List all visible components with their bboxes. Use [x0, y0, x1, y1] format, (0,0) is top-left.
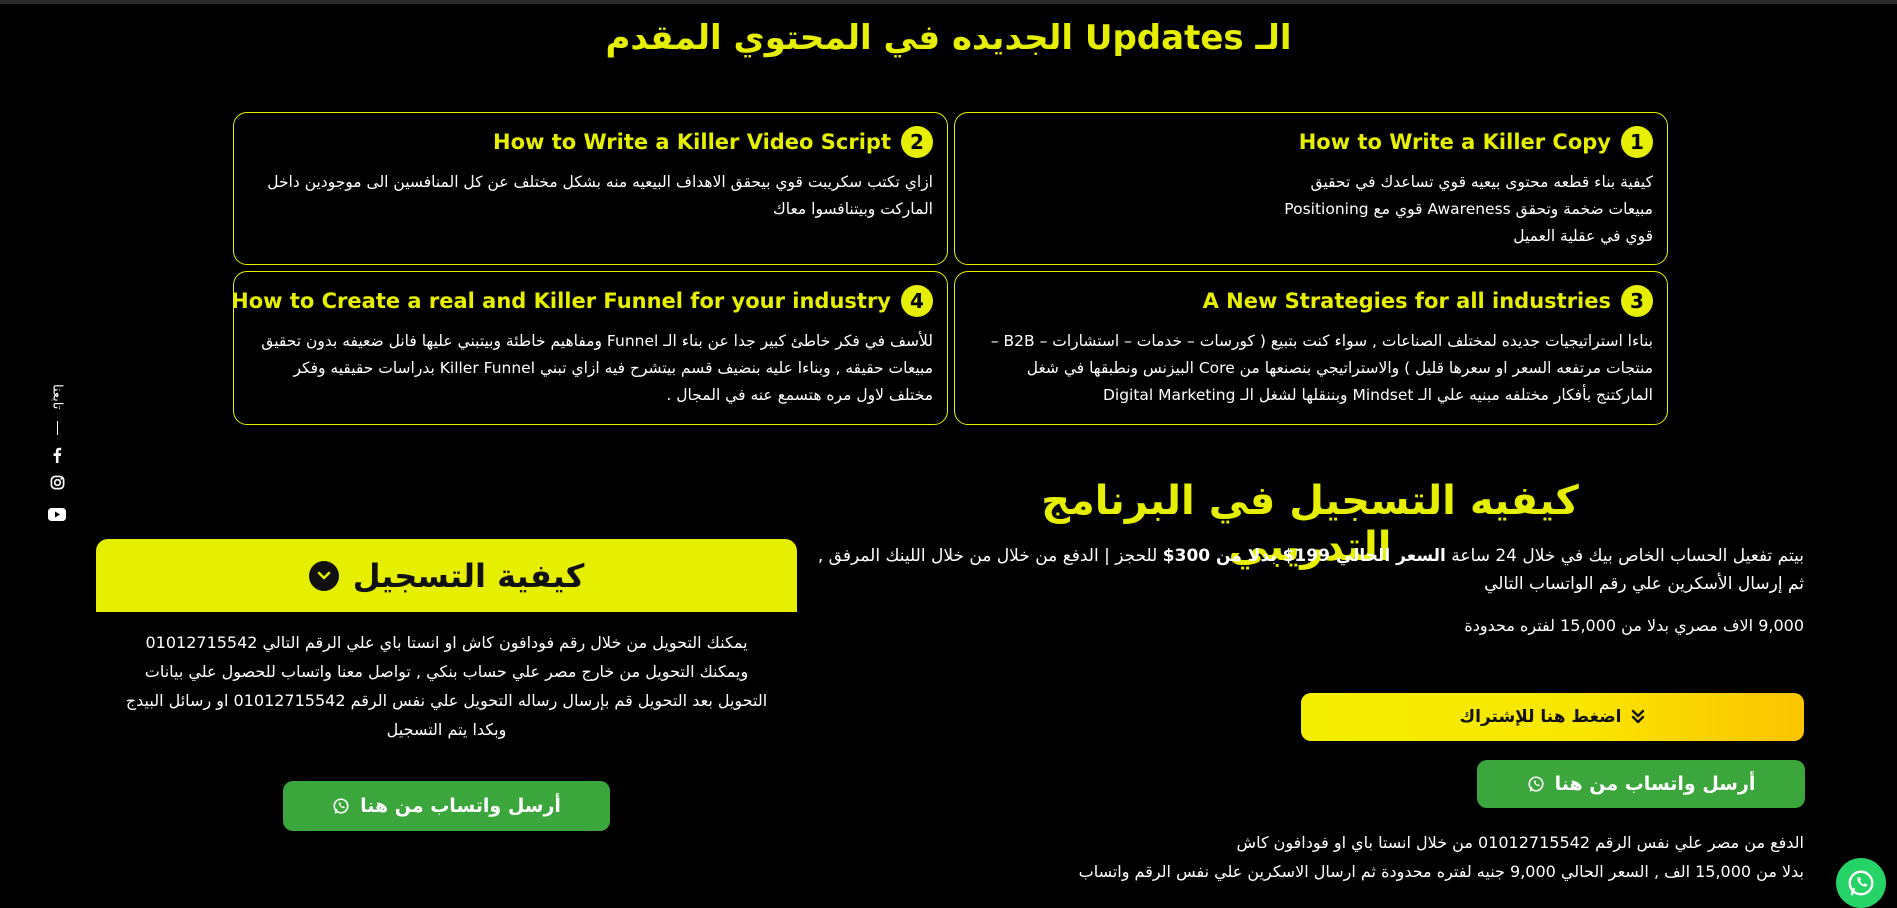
card-title: How to Create a real and Killer Funnel f… — [231, 289, 891, 313]
divider — [56, 421, 58, 436]
update-card-4: 4 How to Create a real and Killer Funnel… — [231, 271, 948, 425]
update-card-3: 3 A New Strategies for all industries بن… — [954, 271, 1668, 425]
whatsapp-button-panel[interactable]: أرسل واتساب من هنا — [283, 781, 610, 831]
egypt-price-line: بدلا من 15,000 الف , السعر الحالي 9,000 … — [1078, 862, 1804, 881]
egypt-payment-text: الدفع من مصر علي نفس الرقم 01012715542 م… — [904, 828, 1804, 886]
card-title: How to Write a Killer Copy — [1298, 130, 1611, 154]
card-description: ازاي تكتب سكريبت قوي بيحقق الاهداف البيع… — [267, 173, 933, 218]
whatsapp-label: أرسل واتساب من هنا — [360, 795, 561, 817]
whatsapp-icon — [332, 797, 350, 815]
youtube-icon[interactable] — [48, 508, 66, 522]
price-text: السعر الحالي 199$ بدلا من 300$ — [1162, 546, 1446, 566]
activation-text: بيتم تفعيل الحساب الخاص بيك في خلال 24 س… — [1445, 546, 1804, 566]
facebook-icon[interactable] — [52, 447, 62, 464]
top-divider — [0, 0, 1897, 4]
whatsapp-button[interactable]: أرسل واتساب من هنا — [1477, 760, 1805, 808]
social-sidebar: تابعنا — [44, 384, 70, 522]
floating-whatsapp-button[interactable] — [1836, 858, 1886, 908]
card-description: للأسف في فكر خاطئ كبير جدا عن بناء الـ F… — [261, 332, 933, 404]
card-title: How to Write a Killer Video Script — [493, 130, 891, 154]
egp-price-text: 9,000 الاف مصري بدلا من 15,000 لفتره محد… — [1464, 616, 1804, 635]
card-description: كيفية بناء قطعه محتوى بيعيه قوي تساعدك ف… — [1284, 173, 1653, 245]
how-to-register-title: كيفية التسجيل — [352, 556, 585, 595]
whatsapp-icon — [1527, 775, 1545, 793]
card-description: بناءا استراتيجيات جديده لمختلف الصناعات … — [990, 332, 1653, 404]
updates-section-title: الـ Updates الجديده في المحتوي المقدم — [605, 18, 1292, 58]
whatsapp-label: أرسل واتساب من هنا — [1554, 773, 1756, 795]
card-number-badge: 2 — [901, 126, 933, 158]
subscribe-button[interactable]: اضغط هنا للإشتراك — [1301, 693, 1804, 741]
follow-us-label: تابعنا — [49, 384, 65, 410]
chevron-double-down-icon — [1631, 709, 1645, 725]
update-card-2: 2 How to Write a Killer Video Script ازا… — [233, 112, 948, 265]
registration-info-text: بيتم تفعيل الحساب الخاص بيك في خلال 24 س… — [804, 542, 1804, 598]
instruction-line: ويمكنك التحويل من خارج مصر علي حساب بنكي… — [144, 662, 749, 681]
subscribe-label: اضغط هنا للإشتراك — [1459, 707, 1622, 727]
how-to-register-body: يمكنك التحويل من خلال رقم فودافون كاش او… — [96, 628, 797, 744]
whatsapp-icon — [1846, 868, 1876, 898]
card-number-badge: 4 — [901, 285, 933, 317]
how-to-register-panel-header[interactable]: كيفية التسجيل — [96, 539, 797, 612]
egypt-payment-line: الدفع من مصر علي نفس الرقم 01012715542 م… — [1236, 833, 1804, 852]
card-title: A New Strategies for all industries — [1202, 289, 1611, 313]
update-card-1: 1 How to Write a Killer Copy كيفية بناء … — [954, 112, 1668, 265]
instruction-line: التحويل بعد التحويل قم بإرسال رساله التح… — [125, 691, 768, 710]
instruction-line: يمكنك التحويل من خلال رقم فودافون كاش او… — [145, 633, 748, 652]
card-number-badge: 3 — [1621, 285, 1653, 317]
card-number-badge: 1 — [1621, 126, 1653, 158]
instagram-icon[interactable] — [50, 475, 65, 490]
chevron-down-icon — [308, 560, 339, 591]
instruction-line: وبكدا يتم التسجيل — [386, 720, 507, 739]
